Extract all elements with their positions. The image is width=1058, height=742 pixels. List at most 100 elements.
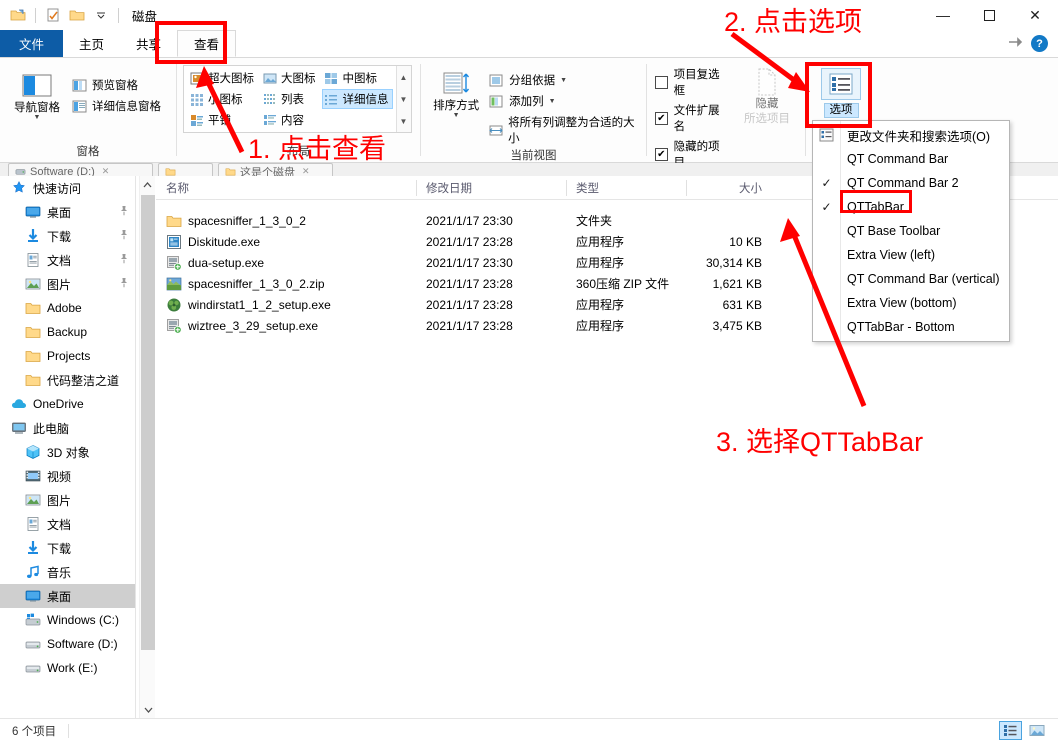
sidebar-item-15[interactable]: 下载 [0,536,135,560]
pin-ribbon-icon[interactable] [1008,36,1023,51]
column-header-name[interactable]: 名称 [156,176,416,200]
ribbon-tab-share[interactable]: 共享 [120,30,177,57]
sidebar-item-14[interactable]: 文档 [0,512,135,536]
pin-icon[interactable] [119,229,129,243]
size-all-columns-button[interactable]: 将所有列调整为合适的大小 [485,113,640,147]
sidebar-item-10[interactable]: 此电脑 [0,416,135,440]
layout-gallery-scroll[interactable]: ▲ ▼ ▼ [395,66,411,132]
close-tab-icon[interactable]: ✕ [302,166,310,176]
layout-item-large-icons[interactable]: 大图标 [260,68,320,88]
file-extensions-option[interactable]: ✔ 文件扩展名 [653,100,731,136]
menu-item-3[interactable]: ✓ QTTabBar [813,195,1009,219]
quick-access-toolbar[interactable] [0,5,122,25]
file-name-cell[interactable]: wiztree_3_29_setup.exe [156,318,416,334]
layout-item-tiles[interactable]: 平铺 [187,110,258,130]
ribbon-tab-file[interactable]: 文件 [0,30,64,57]
scrollbar-thumb[interactable] [141,195,155,650]
details-pane-button[interactable]: 详细信息窗格 [68,97,164,115]
layout-gallery[interactable]: 超大图标 大图标 中图标 小图标 列表 详细信息 平铺 内容 ▲ ▼ ▼ [183,65,412,133]
sidebar-item-16[interactable]: 音乐 [0,560,135,584]
chevron-down-icon[interactable]: ▼ [453,112,460,119]
menu-item-8[interactable]: QTTabBar - Bottom [813,315,1009,339]
sidebar-item-8[interactable]: 代码整洁之道 [0,368,135,392]
sidebar-item-2[interactable]: 下载 [0,224,135,248]
qttab-disk[interactable]: 这是个磁盘 ✕ [218,163,333,176]
scroll-up-icon[interactable] [140,176,155,193]
chevron-down-icon[interactable]: ▼ [560,77,567,84]
column-header-size[interactable]: 大小 [686,176,776,200]
scroll-down-icon[interactable] [140,701,156,718]
sidebar-item-5[interactable]: Adobe [0,296,135,320]
options-button[interactable]: 选项 [812,66,870,119]
navigation-pane[interactable]: 快速访问 桌面 下载 文档 图片 Adobe Backup Projects 代码整洁之道 One… [0,176,135,718]
close-button[interactable]: ✕ [1012,0,1058,30]
layout-item-list[interactable]: 列表 [260,89,320,109]
ribbon-tab-home[interactable]: 主页 [63,30,120,57]
details-view-button[interactable] [999,721,1022,740]
group-by-button[interactable]: 分组依据 ▼ [485,71,640,89]
sidebar-item-11[interactable]: 3D 对象 [0,440,135,464]
qttab-blank[interactable] [158,163,213,176]
qttab-software-d[interactable]: Software (D:) ✕ [8,163,153,176]
menu-item-1[interactable]: QT Command Bar [813,147,1009,171]
sidebar-item-17[interactable]: 桌面 [0,584,135,608]
chevron-down-icon[interactable] [91,5,111,25]
ribbon-tab-view[interactable]: 查看 [177,30,237,57]
layout-item-details[interactable]: 详细信息 [321,89,393,109]
sidebar-item-9[interactable]: OneDrive [0,392,135,416]
file-name-cell[interactable]: Diskitude.exe [156,234,416,250]
view-mode-buttons[interactable] [999,721,1058,740]
add-columns-button[interactable]: 添加列 ▼ [485,92,640,110]
sort-by-button[interactable]: 排序方式 ▼ [427,68,485,119]
sidebar-item-6[interactable]: Backup [0,320,135,344]
sidebar-item-19[interactable]: Software (D:) [0,632,135,656]
menu-item-7[interactable]: Extra View (bottom) [813,291,1009,315]
pin-icon[interactable] [119,253,129,267]
file-name-cell[interactable]: dua-setup.exe [156,255,416,271]
gallery-scroll-down-icon[interactable]: ▼ [397,88,411,110]
menu-item-0[interactable]: 更改文件夹和搜索选项(O) [813,123,1009,147]
sidebar-item-0[interactable]: 快速访问 [0,176,135,200]
view-options-dropdown-menu[interactable]: 更改文件夹和搜索选项(O) QT Command Bar ✓ QT Command B… [812,120,1010,342]
pane-splitter[interactable] [135,176,136,718]
menu-item-4[interactable]: QT Base Toolbar [813,219,1009,243]
large-icons-view-button[interactable] [1025,721,1048,740]
pin-icon[interactable] [119,277,129,291]
column-header-type[interactable]: 类型 [566,176,686,200]
layout-item-medium-icons[interactable]: 中图标 [322,68,393,88]
navigation-pane-button[interactable]: 导航窗格 ▼ [6,70,68,121]
checkbox-hidden-items[interactable]: ✔ [655,147,668,161]
file-name-cell[interactable]: windirstat1_1_2_setup.exe [156,297,416,313]
sidebar-item-18[interactable]: Windows (C:) [0,608,135,632]
checkbox-item-checkboxes[interactable] [655,75,668,89]
sidebar-item-1[interactable]: 桌面 [0,200,135,224]
preview-pane-button[interactable]: 预览窗格 [68,76,164,94]
file-name-cell[interactable]: spacesniffer_1_3_0_2 [156,213,416,229]
file-name-cell[interactable]: spacesniffer_1_3_0_2.zip [156,276,416,292]
column-header-date[interactable]: 修改日期 [416,176,566,200]
chevron-down-icon[interactable]: ▼ [549,98,556,105]
folder-icon[interactable] [67,5,87,25]
layout-item-content[interactable]: 内容 [260,110,320,130]
minimize-button[interactable]: — [920,0,966,30]
menu-item-2[interactable]: ✓ QT Command Bar 2 [813,171,1009,195]
sidebar-item-13[interactable]: 图片 [0,488,135,512]
help-icon[interactable]: ? [1031,35,1048,52]
gallery-scroll-up-icon[interactable]: ▲ [397,66,411,88]
navigation-pane-scrollbar[interactable] [139,176,155,718]
sidebar-item-7[interactable]: Projects [0,344,135,368]
sidebar-item-4[interactable]: 图片 [0,272,135,296]
sidebar-item-12[interactable]: 视频 [0,464,135,488]
checkbox-file-extensions[interactable]: ✔ [655,111,668,125]
layout-item-small-icons[interactable]: 小图标 [187,89,258,109]
item-checkboxes-option[interactable]: 项目复选框 [653,64,731,100]
pin-icon[interactable] [119,205,129,219]
layout-item-extra-large-icons[interactable]: 超大图标 [187,68,258,88]
maximize-button[interactable] [966,0,1012,30]
chevron-down-icon[interactable]: ▼ [34,114,41,121]
sidebar-item-20[interactable]: Work (E:) [0,656,135,680]
menu-item-6[interactable]: QT Command Bar (vertical) [813,267,1009,291]
gallery-expand-icon[interactable]: ▼ [397,110,411,132]
hide-selected-items-button[interactable]: 隐藏 所选项目 [735,66,799,126]
menu-item-5[interactable]: Extra View (left) [813,243,1009,267]
